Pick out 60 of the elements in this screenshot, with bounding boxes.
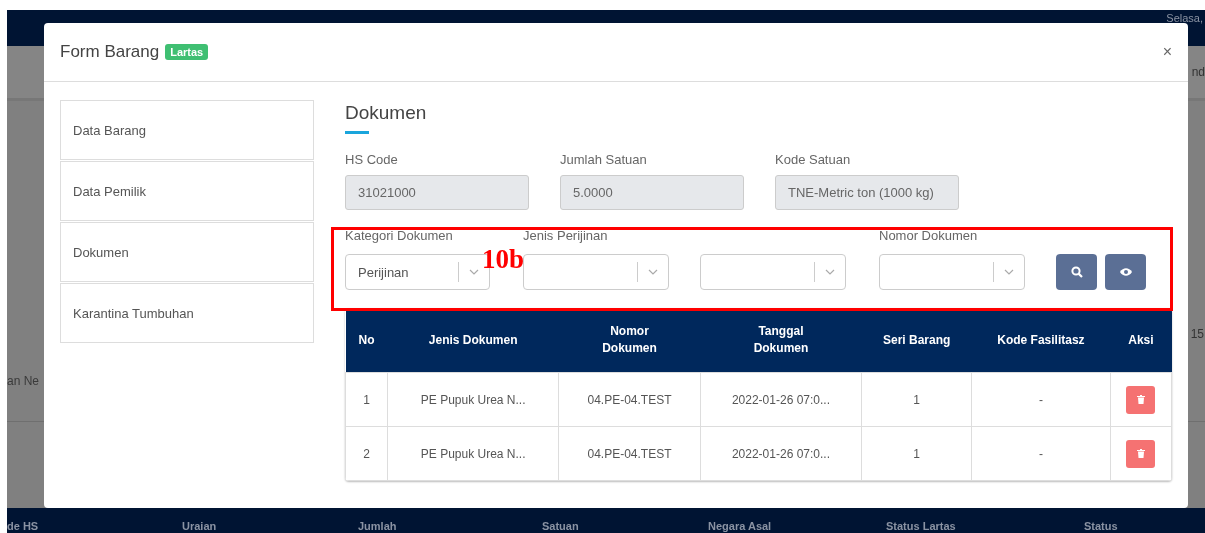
sidebar-item[interactable]: Data Barang <box>60 100 314 160</box>
status-badge: Lartas <box>165 44 209 60</box>
field-label: Jenis Perijinan <box>523 228 609 243</box>
delete-button[interactable] <box>1126 439 1156 468</box>
sidebar-item[interactable]: Dokumen <box>60 222 314 282</box>
field-label: HS Code <box>345 152 399 167</box>
table-cell: 2 <box>345 426 388 481</box>
column-header: Jumlah <box>358 520 398 533</box>
column-header: Kode Fasilitasz <box>971 308 1111 373</box>
column-header: Status <box>1084 520 1118 533</box>
column-header: Jenis Dokumen <box>387 308 559 373</box>
backdrop-text: an Ne <box>7 374 40 388</box>
table-cell: - <box>971 426 1111 481</box>
table-cell: 2022-01-26 07:0... <box>700 426 862 481</box>
search-button[interactable] <box>1056 254 1097 290</box>
eye-icon <box>1118 267 1133 277</box>
column-header: Tanggal Dokumen <box>700 308 862 373</box>
chevron-down-icon <box>825 269 835 275</box>
sidebar-item[interactable]: Karantina Tumbuhan <box>60 283 314 343</box>
column-header: Uraian <box>182 520 218 533</box>
column-header: No <box>345 308 388 373</box>
table-cell: 2022-01-26 07:0... <box>700 372 862 427</box>
section-title: Dokumen <box>345 101 428 125</box>
column-header: Satuan <box>542 520 580 533</box>
backdrop-text: nd <box>1191 65 1205 79</box>
search-icon <box>1070 266 1083 278</box>
table-cell: 1 <box>345 372 388 427</box>
dropdown-field[interactable] <box>879 254 1025 290</box>
table-cell: 04.PE-04.TEST <box>558 372 701 427</box>
field-label: Nomor Dokumen <box>879 228 979 243</box>
table-cell: - <box>971 372 1111 427</box>
modal-title: Form Barang <box>60 42 160 62</box>
sidebar-item[interactable]: Data Pemilik <box>60 161 314 221</box>
column-header: Status Lartas <box>886 520 957 533</box>
field-label: Kode Satuan <box>775 152 852 167</box>
chevron-down-icon <box>469 269 479 275</box>
delete-button[interactable] <box>1126 385 1156 414</box>
trash-icon <box>1136 449 1145 458</box>
title-underline <box>345 131 369 134</box>
column-header: Negara Asal <box>708 520 773 533</box>
chevron-down-icon <box>648 269 658 275</box>
date-text: Selasa, <box>1166 12 1203 24</box>
column-header: de HS <box>7 520 40 533</box>
dropdown-field[interactable] <box>523 254 669 290</box>
table-cell: 1 <box>861 372 972 427</box>
close-button[interactable]: × <box>1160 43 1174 61</box>
column-header: Aksi <box>1110 308 1172 373</box>
field-label: Kategori Dokumen <box>345 228 454 243</box>
table-cell: PE Pupuk Urea N... <box>387 372 559 427</box>
chevron-down-icon <box>1004 269 1014 275</box>
column-header: Seri Barang <box>861 308 972 373</box>
page-count-text: 15 <box>1190 327 1204 341</box>
column-header: Nomor Dokumen <box>558 308 701 373</box>
view-button[interactable] <box>1105 254 1146 290</box>
dropdown-field[interactable] <box>700 254 846 290</box>
table-cell: PE Pupuk Urea N... <box>387 426 559 481</box>
trash-icon <box>1136 395 1145 404</box>
table-cell: 04.PE-04.TEST <box>558 426 701 481</box>
field-label: Jumlah Satuan <box>560 152 648 167</box>
table-cell: 1 <box>861 426 972 481</box>
